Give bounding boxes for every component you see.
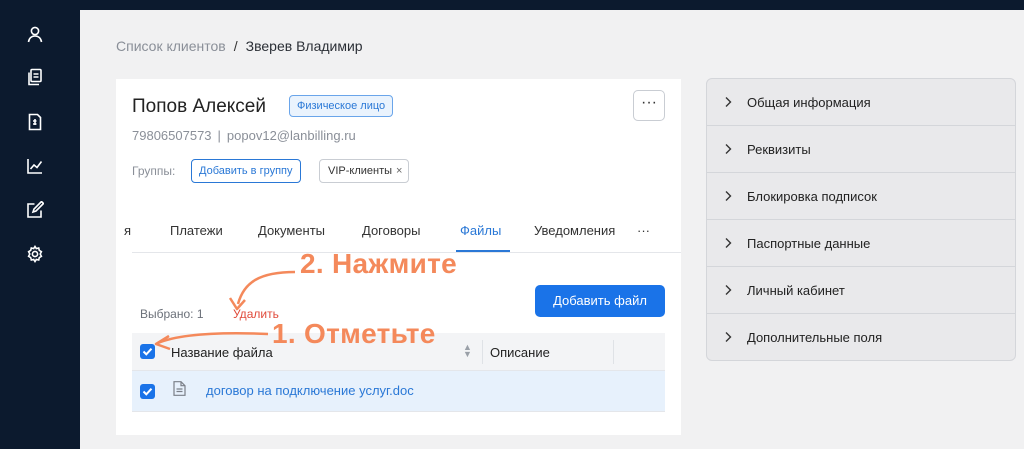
remove-group-icon[interactable]: ×	[396, 165, 402, 177]
chevron-right-icon	[723, 331, 733, 343]
breadcrumb-separator: /	[233, 38, 238, 54]
column-header-description[interactable]: Описание	[490, 345, 550, 360]
accordion-general-info[interactable]: Общая информация	[707, 79, 1015, 126]
tab-documents[interactable]: Документы	[258, 223, 325, 238]
chevron-right-icon	[723, 190, 733, 202]
edit-icon[interactable]	[24, 199, 46, 221]
table-row[interactable]: договор на подключение услуг.doc	[132, 371, 665, 412]
select-all-checkbox[interactable]	[140, 344, 155, 359]
groups-label: Группы:	[132, 164, 176, 178]
file-icon	[173, 381, 186, 396]
accordion-label: Блокировка подписок	[747, 189, 877, 204]
sidebar	[0, 0, 80, 449]
tabs-more[interactable]: ···	[637, 223, 650, 238]
tabs: я Платежи Документы Договоры Файлы Уведо…	[124, 207, 681, 253]
annotation-step-1: 1. Отметьте	[272, 318, 436, 349]
breadcrumb-parent[interactable]: Список клиентов	[116, 38, 226, 54]
column-divider	[613, 340, 614, 364]
accordion-label: Реквизиты	[747, 142, 811, 157]
client-type-badge: Физическое лицо	[289, 95, 394, 117]
chart-icon[interactable]	[24, 155, 46, 177]
breadcrumb-current: Зверев Владимир	[245, 38, 363, 54]
client-phone: 79806507573	[132, 128, 212, 143]
chevron-right-icon	[723, 143, 733, 155]
invoice-icon[interactable]	[24, 111, 46, 133]
add-to-group-button[interactable]: Добавить в группу	[191, 159, 301, 183]
add-file-button[interactable]: Добавить файл	[535, 285, 665, 317]
accordion-label: Общая информация	[747, 95, 871, 110]
tab-notifications[interactable]: Уведомления	[534, 223, 615, 238]
selected-count: Выбрано: 1	[140, 307, 204, 321]
tab-payments[interactable]: Платежи	[170, 223, 223, 238]
accordion-label: Паспортные данные	[747, 236, 871, 251]
client-email: popov12@lanbilling.ru	[226, 128, 356, 143]
annotation-step-2: 2. Нажмите	[300, 248, 457, 279]
tab-files[interactable]: Файлы	[460, 223, 501, 238]
accordion-label: Дополнительные поля	[747, 330, 883, 345]
client-name: Попов Алексей	[132, 96, 266, 117]
chevron-right-icon	[723, 284, 733, 296]
group-tag: VIP-клиенты ×	[319, 159, 410, 183]
accordion-passport-data[interactable]: Паспортные данные	[707, 220, 1015, 267]
accordion-personal-account[interactable]: Личный кабинет	[707, 267, 1015, 314]
gear-icon[interactable]	[24, 243, 46, 265]
main-area: Список клиентов / Зверев Владимир Попов Ал…	[80, 10, 1024, 449]
info-accordion: Общая информация Реквизиты Блокировка по…	[706, 78, 1016, 361]
active-tab-indicator	[456, 250, 510, 252]
chevron-right-icon	[723, 237, 733, 249]
top-bar	[0, 0, 1024, 10]
tab-truncated[interactable]: я	[124, 223, 131, 238]
accordion-label: Личный кабинет	[747, 283, 845, 298]
row-checkbox[interactable]	[140, 384, 155, 399]
accordion-requisites[interactable]: Реквизиты	[707, 126, 1015, 173]
tab-contracts[interactable]: Договоры	[362, 223, 420, 238]
documents-icon[interactable]	[24, 66, 46, 88]
user-icon[interactable]	[24, 23, 46, 45]
sort-icon[interactable]: ▲ ▼	[463, 343, 472, 359]
file-name-link[interactable]: договор на подключение услуг.doc	[206, 383, 414, 398]
more-actions-button[interactable]: ···	[633, 90, 665, 121]
accordion-subscription-block[interactable]: Блокировка подписок	[707, 173, 1015, 220]
column-header-name[interactable]: Название файла	[171, 345, 273, 360]
accordion-additional-fields[interactable]: Дополнительные поля	[707, 314, 1015, 360]
contact-separator: |	[217, 128, 221, 143]
group-tag-label: VIP-клиенты	[328, 165, 393, 177]
chevron-right-icon	[723, 96, 733, 108]
column-divider	[482, 340, 483, 364]
breadcrumb: Список клиентов / Зверев Владимир	[116, 38, 363, 54]
client-contacts: 79806507573 | popov12@lanbilling.ru	[132, 128, 356, 143]
